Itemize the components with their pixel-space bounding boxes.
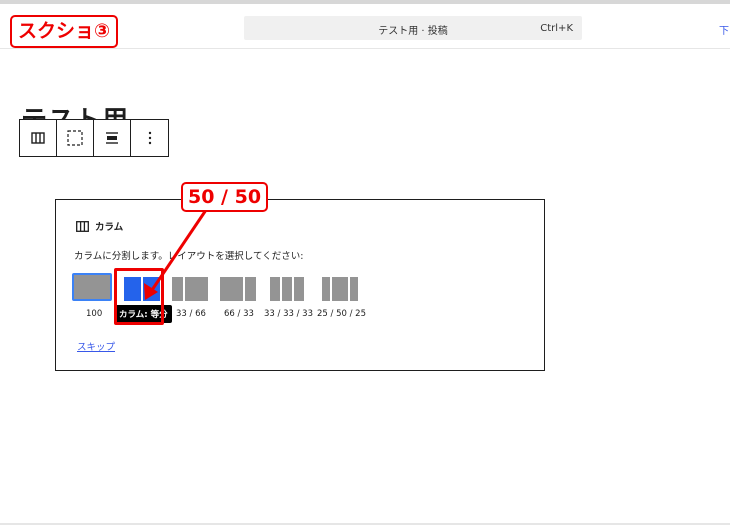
skip-link[interactable]: スキップ — [77, 339, 115, 353]
variation-33-66[interactable] — [172, 277, 208, 303]
variation-column — [350, 277, 358, 301]
more-options-icon — [148, 131, 151, 145]
variation-column — [172, 277, 183, 301]
variation-100[interactable] — [72, 273, 112, 301]
header-right-link[interactable]: 下 — [719, 22, 729, 37]
variation-column — [332, 277, 348, 301]
variation-column — [245, 277, 256, 301]
columns-icon — [76, 220, 89, 232]
variation-column — [282, 277, 292, 301]
variation-label-33-33-33: 33 / 33 / 33 — [264, 309, 313, 319]
placeholder-instructions: カラムに分割します。レイアウトを選択してください: — [74, 251, 304, 262]
variation-33-33-33[interactable] — [270, 277, 306, 303]
variation-25-50-25[interactable] — [322, 277, 358, 303]
more-options-button[interactable] — [131, 120, 168, 156]
align-button[interactable] — [94, 120, 131, 156]
annotation-callout: 50 / 50 — [181, 182, 269, 212]
align-icon — [106, 132, 118, 144]
block-toolbar — [19, 119, 169, 157]
placeholder-label: カラム — [76, 219, 123, 233]
select-parent-icon — [67, 130, 83, 146]
variation-label-100: 100 — [86, 309, 103, 319]
variation-column — [74, 275, 110, 299]
variation-label-66-33: 66 / 33 — [224, 309, 254, 319]
variation-column — [322, 277, 330, 301]
select-parent-button[interactable] — [57, 120, 94, 156]
variation-column — [220, 277, 243, 301]
variation-label-33-66: 33 / 66 — [176, 309, 206, 319]
command-palette-bar[interactable]: テスト用 · 投稿 Ctrl+K — [244, 16, 582, 40]
variation-column — [270, 277, 280, 301]
variation-column — [294, 277, 304, 301]
variation-66-33[interactable] — [220, 277, 256, 303]
annotation-highlight-box — [114, 268, 164, 325]
variation-label-25-50-25: 25 / 50 / 25 — [317, 309, 366, 319]
variation-column — [185, 277, 208, 301]
command-palette-title: テスト用 · 投稿 — [378, 26, 448, 37]
command-palette-shortcut: Ctrl+K — [540, 23, 573, 34]
columns-icon — [31, 132, 45, 144]
columns-block-button[interactable] — [20, 120, 57, 156]
placeholder-label-text: カラム — [95, 222, 124, 233]
screenshot-tag: スクショ③ — [10, 15, 119, 48]
